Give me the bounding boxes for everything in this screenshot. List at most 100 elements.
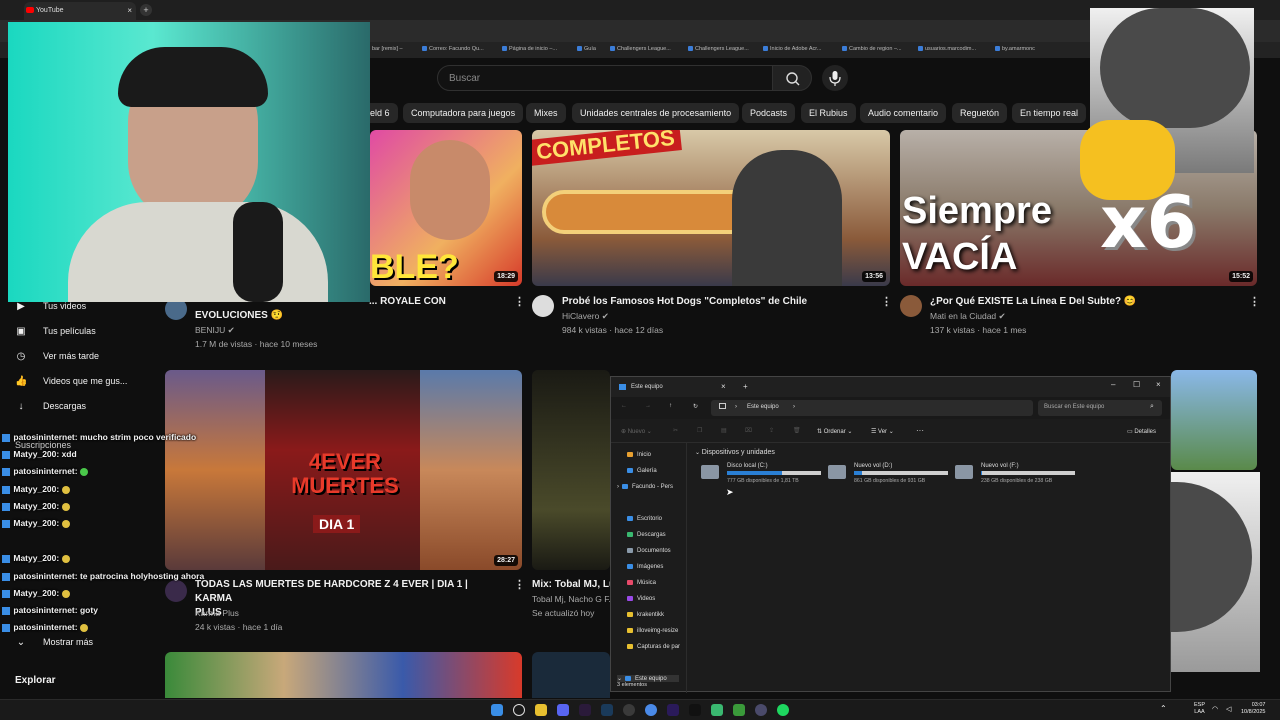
- channel-name[interactable]: Tobal Mj, Nacho G F...: [532, 592, 610, 606]
- up-icon[interactable]: ↑: [669, 403, 672, 409]
- search-input[interactable]: Buscar: [437, 65, 773, 91]
- more-options-icon[interactable]: ⋮: [881, 295, 892, 308]
- video-thumbnail[interactable]: COMPLETOS 13:56: [532, 130, 890, 286]
- delete-icon[interactable]: 🗑: [793, 427, 801, 434]
- sidebar-item-liked-videos[interactable]: 👍 Videos que me gus...: [15, 376, 127, 387]
- chip-filter[interactable]: Audio comentario: [860, 103, 947, 123]
- wifi-icon[interactable]: ◠: [1212, 705, 1218, 713]
- avatar[interactable]: [900, 295, 922, 317]
- app-icon[interactable]: [579, 704, 591, 716]
- spotify-icon[interactable]: [777, 704, 789, 716]
- chevron-up-icon[interactable]: ⌃: [1160, 704, 1167, 713]
- tiktok-icon[interactable]: [689, 704, 701, 716]
- video-title[interactable]: ¿Por Qué EXISTE La Línea E Del Subte? 😊: [930, 295, 1240, 309]
- obs-icon[interactable]: [623, 704, 635, 716]
- paste-icon[interactable]: ▤: [721, 427, 727, 434]
- video-thumbnail[interactable]: 4EVER MUERTES DIA 1 28:27: [165, 370, 522, 570]
- steam-icon[interactable]: [601, 704, 613, 716]
- app-icon[interactable]: [711, 704, 723, 716]
- new-button[interactable]: ⊕ Nuevo ⌄: [621, 428, 652, 435]
- copy-icon[interactable]: ❐: [697, 427, 702, 434]
- details-button[interactable]: ▭ Detalles: [1127, 428, 1156, 435]
- search-icon[interactable]: [513, 704, 525, 716]
- bookmark-item[interactable]: usuarios.marcodim...: [918, 46, 976, 52]
- voice-search-button[interactable]: [822, 65, 848, 91]
- sidebar-item-pictures[interactable]: Imágenes: [627, 564, 663, 570]
- tab-youtube[interactable]: YouTube ×: [24, 2, 136, 20]
- channel-name[interactable]: Karma Plus: [195, 606, 239, 620]
- video-title[interactable]: Mix: Tobal MJ, Lu...: [532, 578, 610, 592]
- more-options-icon[interactable]: ⋮: [514, 578, 525, 591]
- bookmark-item[interactable]: Challengers League...: [688, 46, 749, 52]
- sidebar-item-folder[interactable]: Capturas de par: [627, 644, 680, 650]
- new-tab-button[interactable]: +: [743, 382, 748, 391]
- minimize-button[interactable]: –: [1111, 380, 1115, 389]
- language-indicator[interactable]: ESP LAA: [1194, 702, 1205, 716]
- bookmark-item[interactable]: Challengers League...: [610, 46, 671, 52]
- sidebar-item-downloads[interactable]: Descargas: [627, 532, 666, 538]
- bookmark-item[interactable]: by.amarmonc: [995, 46, 1035, 52]
- sidebar-item-your-movies[interactable]: ▣ Tus películas: [15, 326, 95, 337]
- volume-icon[interactable]: ◁: [1226, 705, 1231, 713]
- more-options-icon[interactable]: ⋮: [1249, 295, 1260, 308]
- sidebar-item-music[interactable]: Música: [627, 580, 656, 586]
- channel-name[interactable]: BENIJU ✔: [195, 323, 235, 337]
- explorer-address-bar[interactable]: › Este equipo ›: [711, 400, 1033, 416]
- view-button[interactable]: ☰ Ver ⌄: [871, 428, 894, 435]
- premiere-icon[interactable]: [667, 704, 679, 716]
- sidebar-item-your-videos[interactable]: ▶ Tus videos: [15, 301, 86, 312]
- show-more-button[interactable]: ⌄ Mostrar más: [15, 637, 93, 648]
- bookmark-item[interactable]: Cambio de region –...: [842, 46, 902, 52]
- sidebar-item-folder[interactable]: krakentikk: [627, 612, 664, 618]
- close-window-button[interactable]: ×: [1156, 380, 1161, 389]
- chrome-icon[interactable]: [645, 704, 657, 716]
- forward-icon[interactable]: →: [645, 403, 651, 409]
- chip-filter[interactable]: El Rubius: [801, 103, 856, 123]
- bookmark-item[interactable]: Inicio de Adobe Acr...: [763, 46, 821, 52]
- windows-start-icon[interactable]: [491, 704, 503, 716]
- channel-name[interactable]: Mati en la Ciudad ✔: [930, 309, 1006, 323]
- clock[interactable]: 03:07 10/8/2025: [1241, 702, 1265, 716]
- sidebar-item-this-pc[interactable]: ⌄ Este equipo: [617, 675, 679, 682]
- sidebar-item-downloads[interactable]: ↓ Descargas: [15, 401, 87, 412]
- more-options-icon[interactable]: ···: [916, 426, 924, 435]
- chip-filter[interactable]: Unidades centrales de procesamiento: [572, 103, 740, 123]
- explorer-search-input[interactable]: Buscar en Este equipo ⌕: [1038, 400, 1162, 416]
- maximize-button[interactable]: ☐: [1133, 380, 1140, 389]
- cut-icon[interactable]: ✂: [673, 427, 678, 434]
- video-thumbnail[interactable]: [532, 652, 610, 698]
- sidebar-item-folder[interactable]: illoveimg-resize: [627, 628, 678, 634]
- minecraft-icon[interactable]: [733, 704, 745, 716]
- video-thumbnail[interactable]: [532, 370, 610, 570]
- close-tab-icon[interactable]: ×: [721, 382, 726, 391]
- bookmark-item[interactable]: Correo: Facundo Qu...: [422, 46, 484, 52]
- chip-filter[interactable]: Podcasts: [742, 103, 796, 123]
- sidebar-item-watch-later[interactable]: ◷ Ver más tarde: [15, 351, 99, 362]
- video-title[interactable]: TODAS LAS MUERTES DE HARDCORE Z 4 EVER |…: [195, 578, 505, 620]
- chip-filter[interactable]: En tiempo real: [1012, 103, 1087, 123]
- breadcrumb[interactable]: Este equipo: [747, 404, 779, 410]
- explorer-tab-title[interactable]: Este equipo: [631, 384, 663, 390]
- close-tab-icon[interactable]: ×: [127, 6, 132, 15]
- new-tab-button[interactable]: +: [140, 4, 152, 16]
- refresh-icon[interactable]: ↻: [693, 403, 698, 410]
- channel-name[interactable]: HiClavero ✔: [562, 309, 609, 323]
- sidebar-item-gallery[interactable]: Galería: [627, 468, 657, 474]
- search-button[interactable]: [772, 65, 812, 91]
- back-icon[interactable]: ←: [621, 403, 627, 409]
- video-thumbnail[interactable]: [165, 652, 522, 698]
- sidebar-item-videos[interactable]: Videos: [627, 596, 655, 602]
- discord-icon[interactable]: [557, 704, 569, 716]
- app-icon[interactable]: [755, 704, 767, 716]
- video-thumbnail[interactable]: [1171, 370, 1257, 470]
- chip-filter[interactable]: Computadora para juegos: [403, 103, 524, 123]
- sidebar-item-onedrive[interactable]: › Facundo - Pers: [617, 484, 673, 490]
- video-thumbnail[interactable]: BLE? 18:29: [370, 130, 522, 286]
- bookmark-item[interactable]: Guía: [577, 46, 596, 52]
- video-title[interactable]: Probé los Famosos Hot Dogs "Completos" d…: [562, 295, 872, 309]
- sidebar-item-home[interactable]: Inicio: [627, 452, 651, 458]
- more-options-icon[interactable]: ⋮: [514, 295, 525, 308]
- chip-filter[interactable]: Reguetón: [952, 103, 1008, 123]
- sidebar-item-desktop[interactable]: Escritorio: [627, 516, 662, 522]
- sidebar-item-documents[interactable]: Documentos: [627, 548, 671, 554]
